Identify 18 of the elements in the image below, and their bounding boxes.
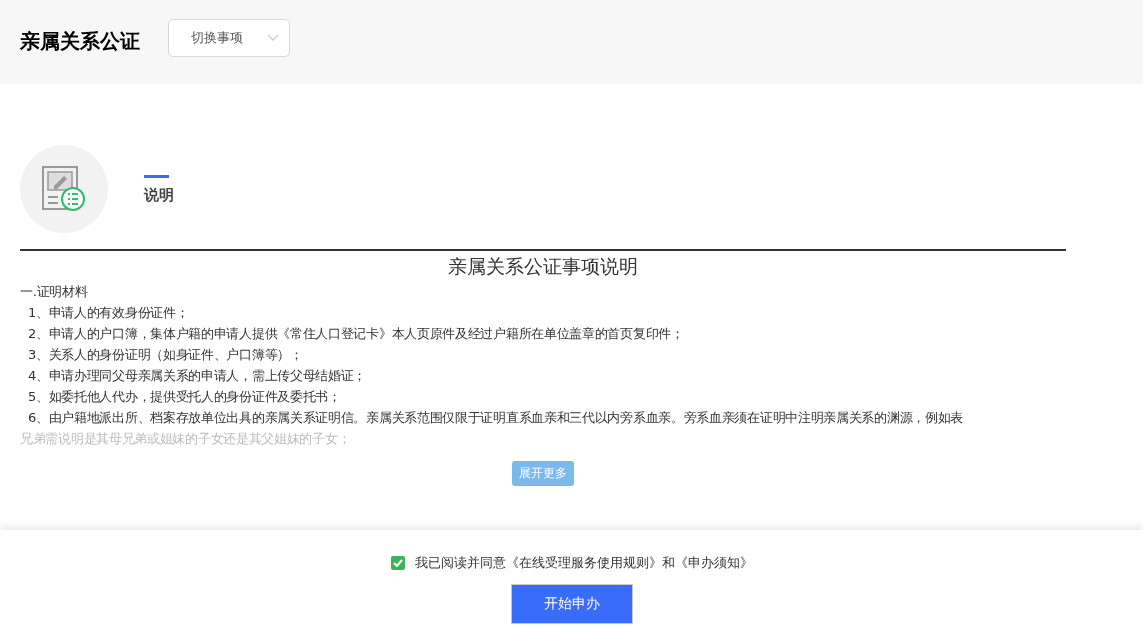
faded-text: 兄弟需说明是其母兄弟或姐妹的子女还是其父姐妹的子女； (20, 430, 352, 448)
section-heading: 一.证明材料 (20, 283, 89, 301)
start-application-button[interactable]: 开始申办 (510, 584, 633, 624)
list-item: 1、申请人的有效身份证件； (27, 304, 190, 322)
list-item: 2、申请人的户口簿，集体户籍的申请人提供《常住人口登记卡》本人页原件及经过户籍所在单位盖章的首页复印件； (27, 325, 685, 343)
document-title: 亲属关系公证事项说明 (447, 254, 639, 279)
list-item: 5、如委托他人代办，提供受托人的身份证件及委托书； (27, 388, 342, 406)
check-icon (392, 559, 403, 567)
list-item: 4、申请办理同父母亲属关系的申请人，需上传父母结婚证； (27, 367, 368, 385)
document-list-icon (42, 166, 86, 212)
chevron-down-icon (267, 34, 279, 42)
item-switcher-dropdown[interactable]: 切换事项 (168, 19, 290, 57)
agreement-checkbox[interactable] (390, 556, 405, 570)
page-title: 亲属关系公证 (20, 29, 140, 53)
list-item: 3、关系人的身份证明（如身证件、户口簿等）； (27, 346, 304, 364)
list-item: 6、由户籍地派出所、档案存放单位出具的亲属关系证明信。亲属关系范围仅限于证明直系血亲和三代以内旁系血亲。旁系血亲须在证明中注明亲属关系的渊源，例如表 (27, 409, 965, 427)
agreement-text: 我已阅读并同意《在线受理服务使用规则》和《申办须知》 (414, 554, 753, 572)
tab[interactable]: 说明 (144, 175, 174, 205)
